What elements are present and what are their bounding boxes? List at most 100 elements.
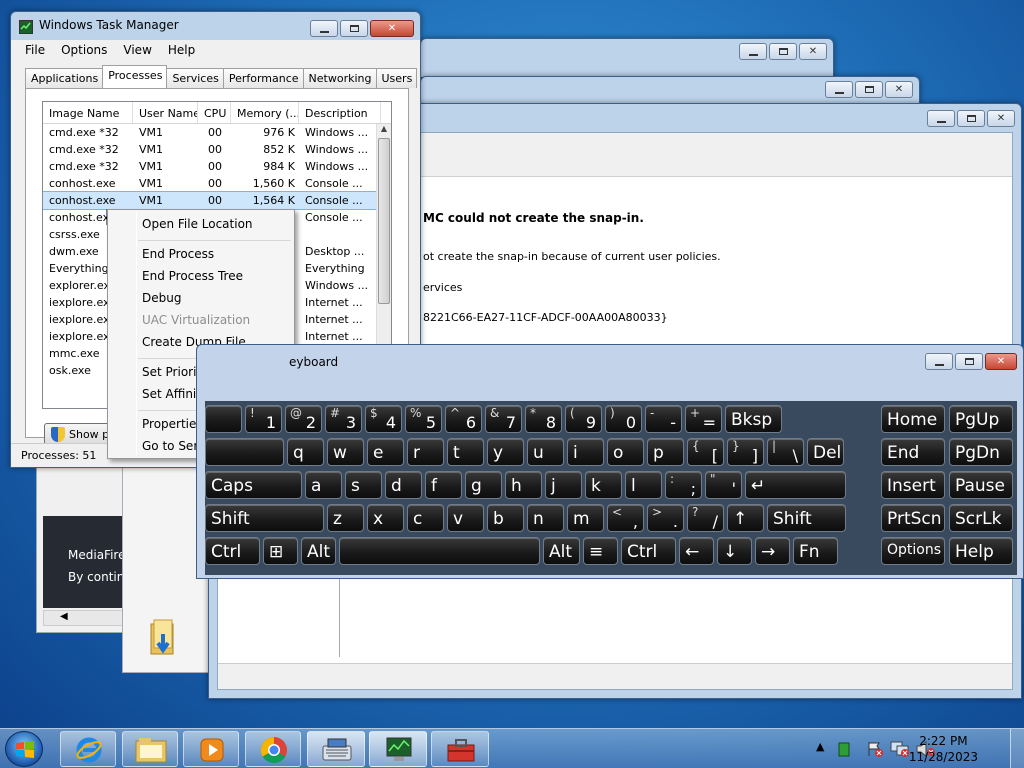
key-y[interactable]: y — [487, 438, 524, 466]
tab-networking[interactable]: Networking — [302, 68, 377, 88]
key-caps[interactable]: Caps — [205, 471, 302, 499]
key-shift[interactable]: Shift — [767, 504, 846, 532]
key-w[interactable]: w — [327, 438, 364, 466]
table-row[interactable]: cmd.exe *32 VM1 00 984 K Windows ... — [43, 158, 391, 175]
close-button[interactable]: ✕ — [987, 110, 1015, 127]
key-f[interactable]: f — [425, 471, 462, 499]
key-symbol[interactable]: {[ — [687, 438, 724, 466]
key-symbol[interactable]: | \ — [767, 438, 804, 466]
key-home[interactable]: Home — [881, 405, 945, 433]
key-symbol[interactable]: >. — [647, 504, 684, 532]
key-symbol[interactable]: " ' — [705, 471, 742, 499]
close-button[interactable]: ✕ — [985, 353, 1017, 370]
key-space-space[interactable] — [205, 405, 242, 433]
key-symbol[interactable]: ↑ — [727, 504, 764, 532]
key-5[interactable]: % 5 — [405, 405, 442, 433]
table-row[interactable]: cmd.exe *32 VM1 00 852 K Windows ... — [43, 141, 391, 158]
scroll-up-icon[interactable]: ▲ — [377, 124, 391, 137]
column-image-name[interactable]: Image Name — [43, 102, 133, 123]
menu-item-open-file-location[interactable]: Open File Location — [142, 217, 253, 231]
menu-item-debug[interactable]: Debug — [142, 291, 181, 305]
key-u[interactable]: u — [527, 438, 564, 466]
maximize-button[interactable] — [955, 353, 983, 370]
column-description[interactable]: Description — [299, 102, 381, 123]
column-memory[interactable]: Memory (... — [231, 102, 299, 123]
menu-help[interactable]: Help — [160, 40, 203, 60]
tab-applications[interactable]: Applications — [25, 68, 104, 88]
key-i[interactable]: i — [567, 438, 604, 466]
taskbar-windows-explorer[interactable] — [122, 731, 178, 767]
key-3[interactable]: #3 — [325, 405, 362, 433]
tab-performance[interactable]: Performance — [222, 68, 304, 88]
menu-item-properties[interactable]: Properties — [142, 417, 203, 431]
tab-services[interactable]: Services — [166, 68, 224, 88]
key-v[interactable]: v — [447, 504, 484, 532]
key-symbol[interactable]: -- — [645, 405, 682, 433]
key-symbol[interactable]: <, — [607, 504, 644, 532]
taskbar-internet-explorer[interactable] — [60, 731, 116, 767]
key-o[interactable]: o — [607, 438, 644, 466]
column-user-name[interactable]: User Name — [133, 102, 198, 123]
taskbar-chrome[interactable] — [245, 731, 301, 767]
key-symbol[interactable]: ↓ — [717, 537, 752, 565]
key-8[interactable]: * 8 — [525, 405, 562, 433]
key-0[interactable]: ) 0 — [605, 405, 642, 433]
key-b[interactable]: b — [487, 504, 524, 532]
key-d[interactable]: d — [385, 471, 422, 499]
key-j[interactable]: j — [545, 471, 582, 499]
key-pgup[interactable]: PgUp — [949, 405, 1013, 433]
key-symbol[interactable]: → — [755, 537, 790, 565]
key-alt[interactable]: Alt — [543, 537, 580, 565]
key-prtscn[interactable]: PrtScn — [881, 504, 945, 532]
minimize-button[interactable] — [739, 43, 767, 60]
key-ctrl[interactable]: Ctrl — [205, 537, 260, 565]
battery-icon[interactable] — [838, 741, 850, 757]
key-scrlk[interactable]: ScrLk — [949, 504, 1013, 532]
taskbar-media-player[interactable] — [183, 731, 239, 767]
key-shift[interactable]: Shift — [205, 504, 324, 532]
key-e[interactable]: e — [367, 438, 404, 466]
maximize-button[interactable] — [769, 43, 797, 60]
key-pgdn[interactable]: PgDn — [949, 438, 1013, 466]
background-window-1[interactable]: ✕ — [420, 38, 834, 78]
background-window-2[interactable]: ✕ — [420, 76, 920, 104]
key-alt[interactable]: Alt — [301, 537, 336, 565]
menu-item-end-process[interactable]: End Process — [142, 247, 214, 261]
key-space-space[interactable] — [205, 438, 284, 466]
key-fn[interactable]: Fn — [793, 537, 838, 565]
network-icon[interactable] — [890, 741, 910, 757]
chevron-left-icon[interactable]: ◀ — [60, 611, 68, 622]
key-9[interactable]: (9 — [565, 405, 602, 433]
minimize-button[interactable] — [927, 110, 955, 127]
action-center-flag-icon[interactable] — [866, 741, 884, 757]
column-cpu[interactable]: CPU — [198, 102, 231, 123]
show-hidden-icons-button[interactable]: ▲ — [816, 740, 824, 753]
key-pause[interactable]: Pause — [949, 471, 1013, 499]
taskbar-on-screen-keyboard[interactable] — [307, 731, 365, 767]
menu-options[interactable]: Options — [53, 40, 115, 60]
key-symbol[interactable]: ⊞ — [263, 537, 298, 565]
key-g[interactable]: g — [465, 471, 502, 499]
key-1[interactable]: ! 1 — [245, 405, 282, 433]
key-options[interactable]: Options — [881, 537, 945, 565]
key-c[interactable]: c — [407, 504, 444, 532]
close-button[interactable]: ✕ — [885, 81, 913, 98]
key-4[interactable]: $4 — [365, 405, 402, 433]
minimize-button[interactable] — [925, 353, 953, 370]
menu-item-end-process-tree[interactable]: End Process Tree — [142, 269, 243, 283]
key-m[interactable]: m — [567, 504, 604, 532]
clock[interactable]: 2:22 PM 11/28/2023 — [909, 733, 978, 765]
key-q[interactable]: q — [287, 438, 324, 466]
taskbar-task-manager[interactable] — [369, 731, 427, 767]
key-k[interactable]: k — [585, 471, 622, 499]
key-z[interactable]: z — [327, 504, 364, 532]
key-symbol[interactable]: ≡ — [583, 537, 618, 565]
menu-view[interactable]: View — [115, 40, 159, 60]
on-screen-keyboard-window[interactable]: eyboard ✕ ! 1 @2 #3 $4% 5 ^ 6 & 7 * 8(9) 0- - + = Bksp q w… — [196, 344, 1024, 579]
minimize-button[interactable] — [825, 81, 853, 98]
key-del[interactable]: Del — [807, 438, 844, 466]
key-n[interactable]: n — [527, 504, 564, 532]
horizontal-scrollbar[interactable]: ◀ — [43, 610, 123, 626]
tab-processes[interactable]: Processes — [102, 65, 168, 88]
taskbar-toolbox-app[interactable] — [431, 731, 489, 767]
